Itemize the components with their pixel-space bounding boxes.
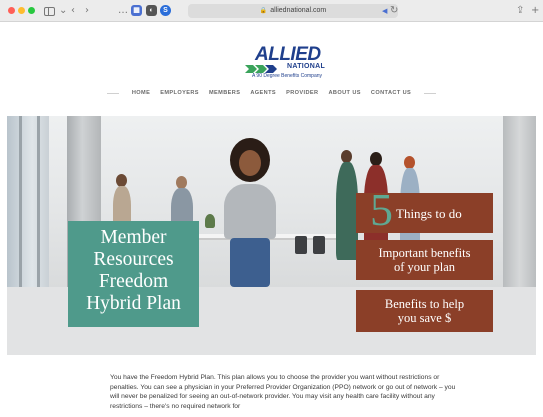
office-pillar-right [503, 116, 536, 287]
extension-s-icon[interactable]: S [160, 5, 171, 16]
window-frame [37, 116, 40, 287]
webpage: ALLIED NATIONAL A 90 Degree Benefits Com… [7, 22, 536, 417]
more-icon[interactable]: … [118, 4, 128, 18]
logo-sub: NATIONAL [287, 63, 326, 70]
member-line-1: Member [100, 227, 167, 248]
office-chair [295, 236, 307, 254]
plant-image [205, 214, 215, 228]
extension-shield-icon[interactable]: ◐ [146, 5, 157, 16]
sidebar-icon[interactable] [44, 7, 55, 16]
member-line-3: Freedom [98, 271, 169, 292]
zoom-window-button[interactable] [28, 7, 35, 14]
nav-members[interactable]: MEMBERS [209, 90, 240, 96]
share-icon[interactable]: ⇪ [516, 4, 524, 18]
reload-icon[interactable]: ↻ [390, 4, 398, 18]
minimize-window-button[interactable] [18, 7, 25, 14]
member-resources-box[interactable]: Member Resources Freedom Hybrid Plan [68, 221, 199, 327]
nav-divider [424, 92, 436, 94]
person-figure [222, 138, 278, 287]
benefits-line-1: Benefits to help [384, 297, 465, 311]
main-nav: HOME EMPLOYERS MEMBERS AGENTS PROVIDER A… [99, 86, 444, 100]
five-things-label: Things to do [396, 206, 462, 221]
lock-icon: 🔒 [259, 8, 268, 14]
important-benefits-button[interactable]: Important benefits of your plan [356, 240, 493, 280]
nav-divider [107, 92, 119, 94]
allied-national-logo[interactable]: ALLIED NATIONAL A 90 Degree Benefits Com… [245, 44, 329, 79]
save-benefits-button[interactable]: Benefits to help you save $ [356, 290, 493, 332]
five-number: 5 [370, 184, 393, 235]
office-window [7, 116, 49, 287]
extension-grid-icon[interactable]: ▦ [131, 5, 142, 16]
url-text: alliednational.com [270, 7, 327, 14]
speaker-icon[interactable]: ◀ [382, 4, 387, 18]
benefits-line-2: you save $ [397, 311, 452, 325]
close-window-button[interactable] [8, 7, 15, 14]
forward-icon[interactable]: › [85, 4, 89, 18]
important-line-1: Important benefits [378, 246, 471, 260]
office-chair [313, 236, 325, 254]
address-bar[interactable]: 🔒 alliednational.com [188, 4, 398, 18]
nav-home[interactable]: HOME [132, 90, 150, 96]
nav-agents[interactable]: AGENTS [250, 90, 276, 96]
five-things-button[interactable]: 5 Things to do [356, 187, 493, 233]
chevron-down-icon[interactable]: ⌄ [59, 4, 67, 18]
window-frame [19, 116, 22, 287]
member-line-2: Resources [93, 249, 174, 270]
back-icon[interactable]: ‹ [71, 4, 75, 18]
nav-provider[interactable]: PROVIDER [286, 90, 318, 96]
new-tab-icon[interactable]: + [531, 4, 539, 18]
member-line-4: Hybrid Plan [86, 293, 181, 314]
nav-contact-us[interactable]: CONTACT US [371, 90, 411, 96]
nav-employers[interactable]: EMPLOYERS [160, 90, 199, 96]
logo-chevron-icon [245, 65, 277, 73]
browser-toolbar: ⌄ ‹ › … ▦ ◐ S 🔒 alliednational.com ◀ ↻ ⇪ … [0, 0, 543, 22]
important-line-2: of your plan [393, 260, 456, 274]
nav-about-us[interactable]: ABOUT US [328, 90, 360, 96]
logo-tagline: A 90 Degree Benefits Company [251, 73, 323, 79]
plan-description: You have the Freedom Hybrid Plan. This p… [110, 374, 456, 410]
